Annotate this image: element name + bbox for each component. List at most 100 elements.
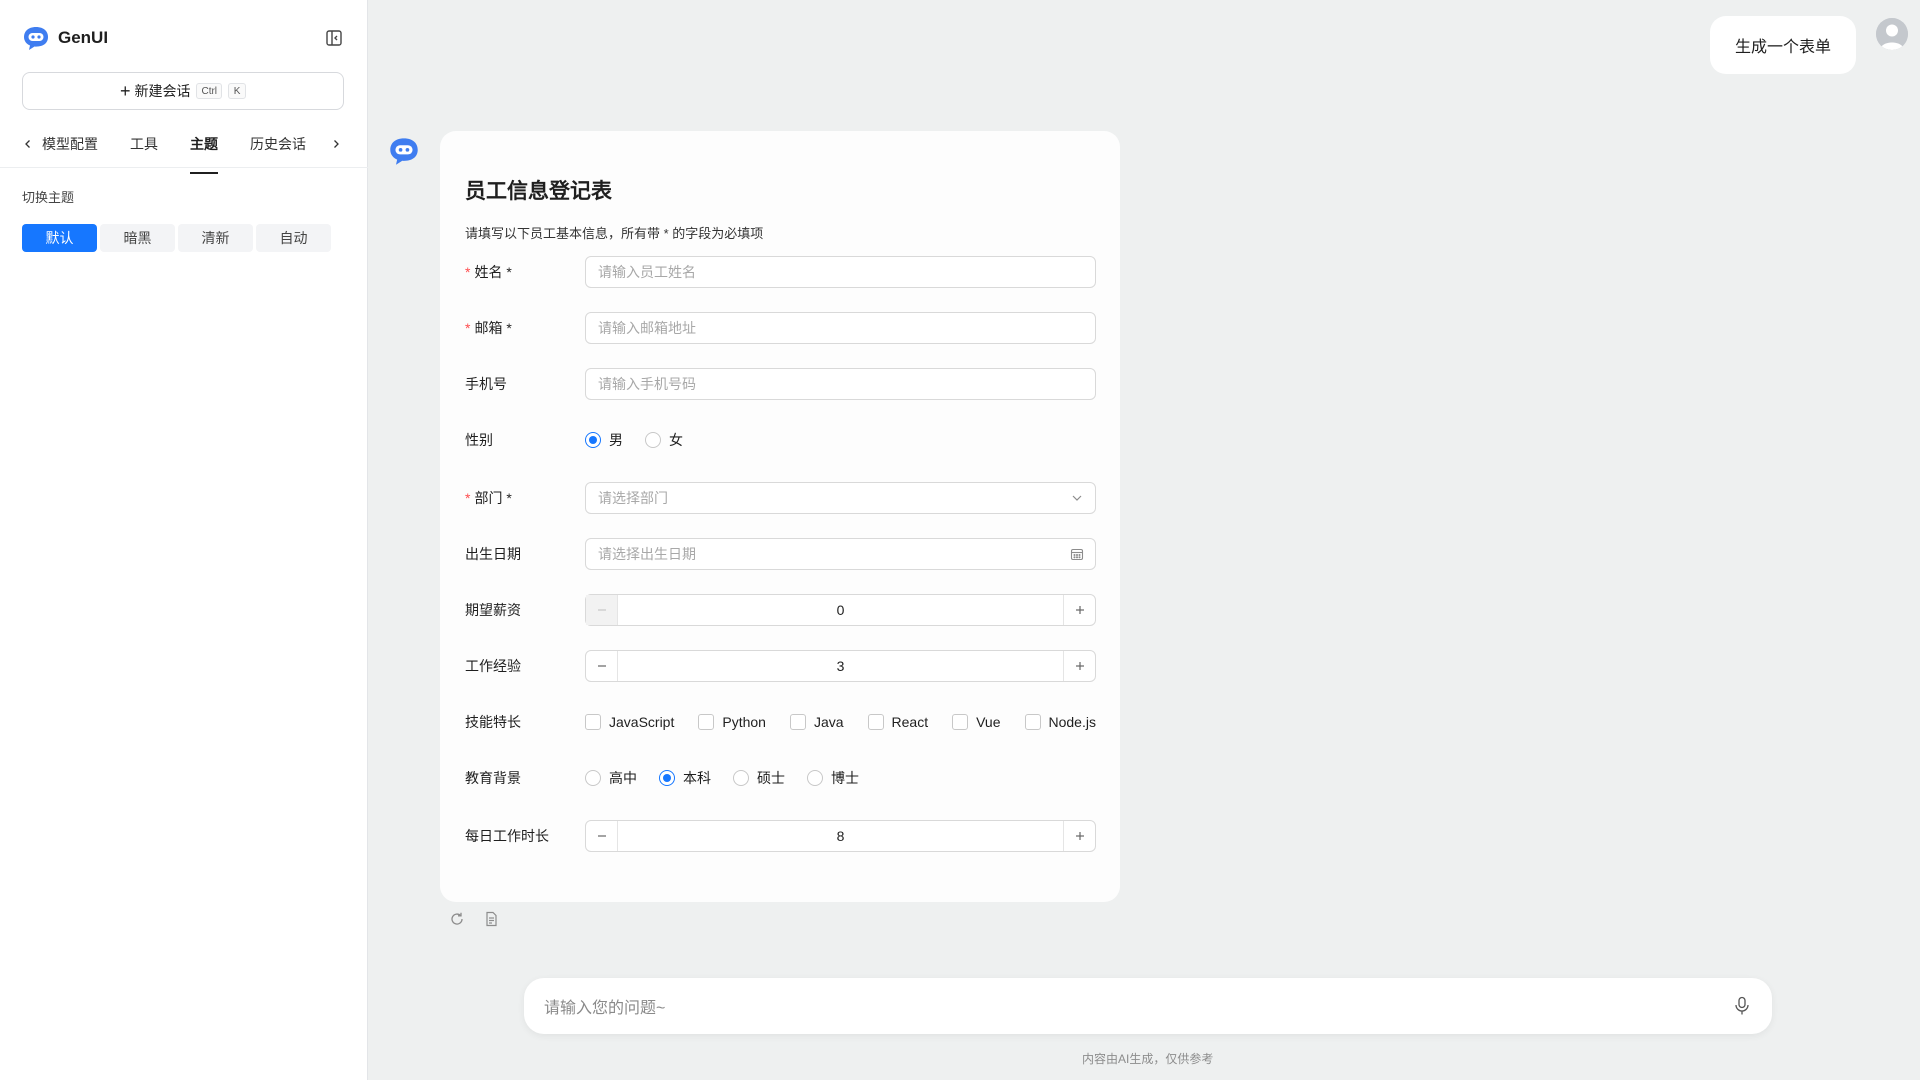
- phone-label: 手机号: [465, 376, 507, 392]
- education-option-phd[interactable]: 博士: [807, 768, 859, 788]
- sidebar: GenUI + 新建会话 Ctrl K 模型配置 工具 主题 历史会话 切换主题…: [0, 0, 368, 1080]
- experience-increment-button[interactable]: [1063, 651, 1095, 681]
- gender-option-label: 男: [609, 432, 623, 448]
- theme-switcher: 默认 暗黑 清新 自动: [22, 224, 331, 252]
- chevron-down-icon: [1069, 490, 1085, 506]
- collapse-sidebar-icon[interactable]: [322, 26, 346, 50]
- app-name: GenUI: [58, 28, 109, 47]
- experience-decrement-button[interactable]: [586, 651, 618, 681]
- employee-form-card: 员工信息登记表 请填写以下员工基本信息，所有带 * 的字段为必填项 * 姓名 * …: [440, 131, 1120, 902]
- email-input[interactable]: 请输入邮箱地址: [585, 312, 1096, 344]
- education-option-master[interactable]: 硕士: [733, 768, 785, 788]
- skill-option-vue[interactable]: Vue: [952, 714, 1001, 730]
- radio-unchecked[interactable]: [733, 770, 749, 786]
- education-radio-group: 高中 本科 硕士 博士: [585, 762, 1096, 794]
- calendar-icon: [1069, 546, 1085, 562]
- form-row-gender: 性别 男 女: [465, 424, 1095, 456]
- plus-icon: +: [119, 81, 131, 101]
- tab-tools[interactable]: 工具: [130, 134, 158, 162]
- tabs-scroll-left-icon[interactable]: [20, 136, 36, 152]
- skill-option-java[interactable]: Java: [789, 714, 844, 730]
- user-avatar[interactable]: [1876, 18, 1908, 50]
- chat-input[interactable]: 请输入您的问题~: [524, 978, 1772, 1034]
- phone-placeholder: 请输入手机号码: [598, 376, 696, 392]
- theme-default-button[interactable]: 默认: [22, 224, 97, 252]
- required-mark: *: [465, 264, 471, 280]
- radio-checked[interactable]: [585, 432, 601, 448]
- skill-option-nodejs[interactable]: Node.js: [1024, 714, 1096, 730]
- experience-value[interactable]: 3: [618, 651, 1063, 681]
- salary-label: 期望薪资: [465, 602, 521, 618]
- salary-increment-button[interactable]: [1063, 595, 1095, 625]
- theme-fresh-button[interactable]: 清新: [178, 224, 253, 252]
- radio-unchecked[interactable]: [807, 770, 823, 786]
- skill-option-label: Vue: [976, 714, 1001, 730]
- department-select[interactable]: 请选择部门: [585, 482, 1096, 514]
- education-option-bachelor[interactable]: 本科: [659, 768, 711, 788]
- skill-option-react[interactable]: React: [867, 714, 928, 730]
- department-label-text: 部门 *: [474, 490, 512, 506]
- education-label: 教育背景: [465, 770, 521, 786]
- gender-option-female[interactable]: 女: [645, 430, 683, 450]
- skill-option-javascript[interactable]: JavaScript: [585, 714, 674, 730]
- gender-radio-group: 男 女: [585, 424, 1096, 456]
- required-mark: *: [465, 490, 471, 506]
- gender-option-male[interactable]: 男: [585, 430, 623, 450]
- email-label-text: 邮箱 *: [474, 320, 512, 336]
- name-input[interactable]: 请输入员工姓名: [585, 256, 1096, 288]
- education-option-highschool[interactable]: 高中: [585, 768, 637, 788]
- name-label-text: 姓名 *: [474, 264, 512, 280]
- radio-unchecked[interactable]: [645, 432, 661, 448]
- genui-logo-icon: [22, 24, 50, 52]
- skill-option-python[interactable]: Python: [698, 714, 766, 730]
- daily-hours-value[interactable]: 8: [618, 821, 1063, 851]
- radio-unchecked[interactable]: [585, 770, 601, 786]
- checkbox[interactable]: [867, 714, 884, 730]
- form-row-experience: 工作经验 3: [465, 650, 1096, 682]
- gender-label: 性别: [465, 432, 493, 448]
- salary-number-input: 0: [585, 594, 1096, 626]
- birthday-label: 出生日期: [465, 546, 521, 562]
- required-mark: *: [465, 320, 471, 336]
- checkbox[interactable]: [1024, 714, 1041, 730]
- form-row-department: * 部门 * 请选择部门: [465, 482, 1096, 514]
- skills-label: 技能特长: [465, 714, 521, 730]
- theme-dark-button[interactable]: 暗黑: [100, 224, 175, 252]
- tab-theme[interactable]: 主题: [190, 134, 218, 174]
- education-option-label: 本科: [683, 770, 711, 786]
- form-row-salary: 期望薪资 0: [465, 594, 1096, 626]
- skill-option-label: Node.js: [1048, 714, 1096, 730]
- form-description: 请填写以下员工基本信息，所有带 * 的字段为必填项: [465, 226, 764, 241]
- copy-icon[interactable]: [482, 910, 500, 928]
- message-actions: [448, 910, 500, 928]
- new-chat-button[interactable]: + 新建会话 Ctrl K: [22, 72, 344, 110]
- theme-auto-button[interactable]: 自动: [256, 224, 331, 252]
- checkbox[interactable]: [698, 714, 715, 730]
- tab-history[interactable]: 历史会话: [250, 134, 306, 162]
- bot-avatar-icon: [388, 136, 420, 168]
- experience-number-input: 3: [585, 650, 1096, 682]
- daily-hours-decrement-button[interactable]: [586, 821, 618, 851]
- tabs-scroll-right-icon[interactable]: [328, 136, 344, 152]
- checkbox[interactable]: [585, 714, 601, 730]
- form-row-name: * 姓名 * 请输入员工姓名: [465, 256, 1096, 288]
- birthday-date-picker[interactable]: 请选择出生日期: [585, 538, 1096, 570]
- checkbox[interactable]: [789, 714, 806, 730]
- chat-input-placeholder: 请输入您的问题~: [544, 1000, 666, 1017]
- education-option-label: 硕士: [757, 770, 785, 786]
- daily-hours-increment-button[interactable]: [1063, 821, 1095, 851]
- department-label: * 部门 *: [465, 482, 512, 514]
- salary-decrement-button[interactable]: [586, 595, 618, 625]
- tab-model-config[interactable]: 模型配置: [42, 134, 98, 162]
- radio-checked[interactable]: [659, 770, 675, 786]
- checkbox[interactable]: [952, 714, 969, 730]
- education-option-label: 博士: [831, 770, 859, 786]
- microphone-icon[interactable]: [1732, 996, 1752, 1016]
- form-row-email: * 邮箱 * 请输入邮箱地址: [465, 312, 1096, 344]
- form-row-phone: 手机号 请输入手机号码: [465, 368, 1096, 400]
- salary-value[interactable]: 0: [618, 595, 1063, 625]
- skill-option-label: JavaScript: [609, 714, 675, 730]
- refresh-icon[interactable]: [448, 910, 466, 928]
- email-label: * 邮箱 *: [465, 312, 512, 344]
- phone-input[interactable]: 请输入手机号码: [585, 368, 1096, 400]
